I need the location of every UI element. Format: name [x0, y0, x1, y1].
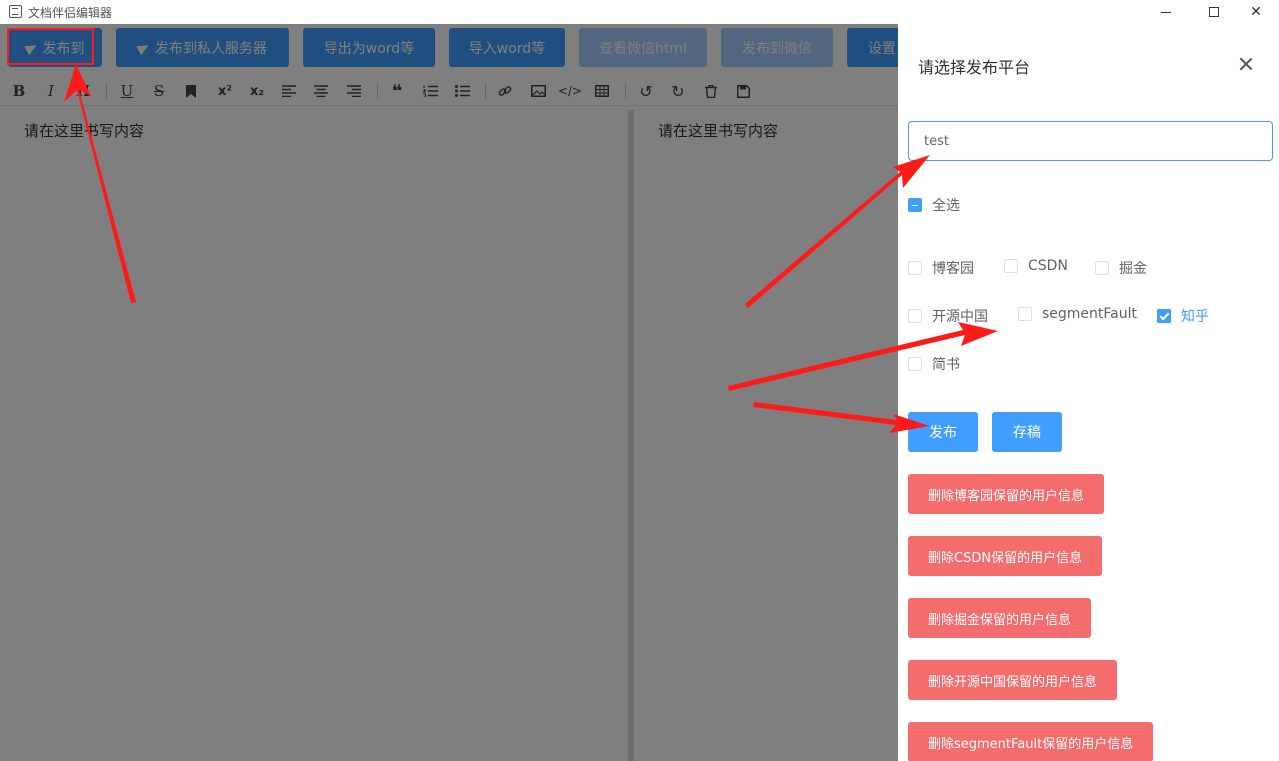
annotation-highlight-box — [7, 28, 94, 65]
delete-csdn-info-button[interactable]: 删除CSDN保留的用户信息 — [908, 536, 1103, 576]
checkbox-label: segmentFault — [1042, 306, 1138, 322]
checkbox-jianshu[interactable]: 简书 — [908, 354, 960, 374]
checkbox-juejin[interactable]: 掘金 — [1095, 258, 1147, 278]
checkbox-indicator — [908, 309, 922, 323]
delete-juejin-info-button[interactable]: 删除掘金保留的用户信息 — [908, 598, 1092, 638]
close-window-button[interactable]: ✕ — [1233, 0, 1279, 24]
app-icon — [9, 5, 22, 18]
delete-segmentfault-info-button[interactable]: 删除segmentFault保留的用户信息 — [908, 722, 1154, 761]
delete-cnblogs-info-button[interactable]: 删除博客园保留的用户信息 — [908, 474, 1105, 514]
minimize-button[interactable] — [1143, 0, 1189, 24]
title-input[interactable] — [908, 121, 1273, 161]
checkbox-label: 博客园 — [932, 261, 974, 277]
publish-button[interactable]: 发布 — [908, 412, 978, 452]
publish-platform-drawer: 请选择发布平台 全选 博客园 CSDN 掘金 开源中国 segmentFault… — [898, 24, 1279, 761]
window-title: 文档伴侣编辑器 — [28, 6, 113, 20]
checkbox-indicator — [908, 198, 922, 212]
checkbox-label: 掘金 — [1119, 261, 1147, 277]
checkbox-csdn[interactable]: CSDN — [1004, 258, 1068, 274]
close-icon: ✕ — [1250, 4, 1262, 20]
checkbox-cnblogs[interactable]: 博客园 — [908, 258, 974, 278]
checkbox-indicator — [1004, 259, 1018, 273]
checkbox-oschina[interactable]: 开源中国 — [908, 306, 988, 326]
close-icon[interactable] — [1236, 54, 1256, 74]
checkbox-zhihu[interactable]: 知乎 — [1157, 306, 1209, 326]
select-all-checkbox[interactable]: 全选 — [908, 195, 960, 215]
checkbox-label: 简书 — [932, 357, 960, 373]
checkbox-indicator — [908, 357, 922, 371]
checkbox-indicator — [1157, 309, 1171, 323]
checkbox-indicator — [1095, 261, 1109, 275]
checkbox-segmentfault[interactable]: segmentFault — [1018, 306, 1137, 322]
save-draft-button[interactable]: 存稿 — [992, 412, 1062, 452]
minimize-icon — [1161, 11, 1171, 13]
title-bar: 文档伴侣编辑器 ✕ — [0, 0, 1279, 24]
delete-oschina-info-button[interactable]: 删除开源中国保留的用户信息 — [908, 660, 1118, 700]
checkbox-indicator — [908, 261, 922, 275]
drawer-title: 请选择发布平台 — [918, 58, 1031, 77]
checkbox-indicator — [1018, 307, 1032, 321]
checkbox-label: 知乎 — [1181, 309, 1209, 325]
maximize-button[interactable] — [1191, 0, 1237, 24]
checkbox-label: 开源中国 — [932, 309, 988, 325]
checkbox-label: 全选 — [932, 198, 960, 214]
checkbox-label: CSDN — [1028, 258, 1068, 274]
maximize-icon — [1209, 7, 1219, 17]
